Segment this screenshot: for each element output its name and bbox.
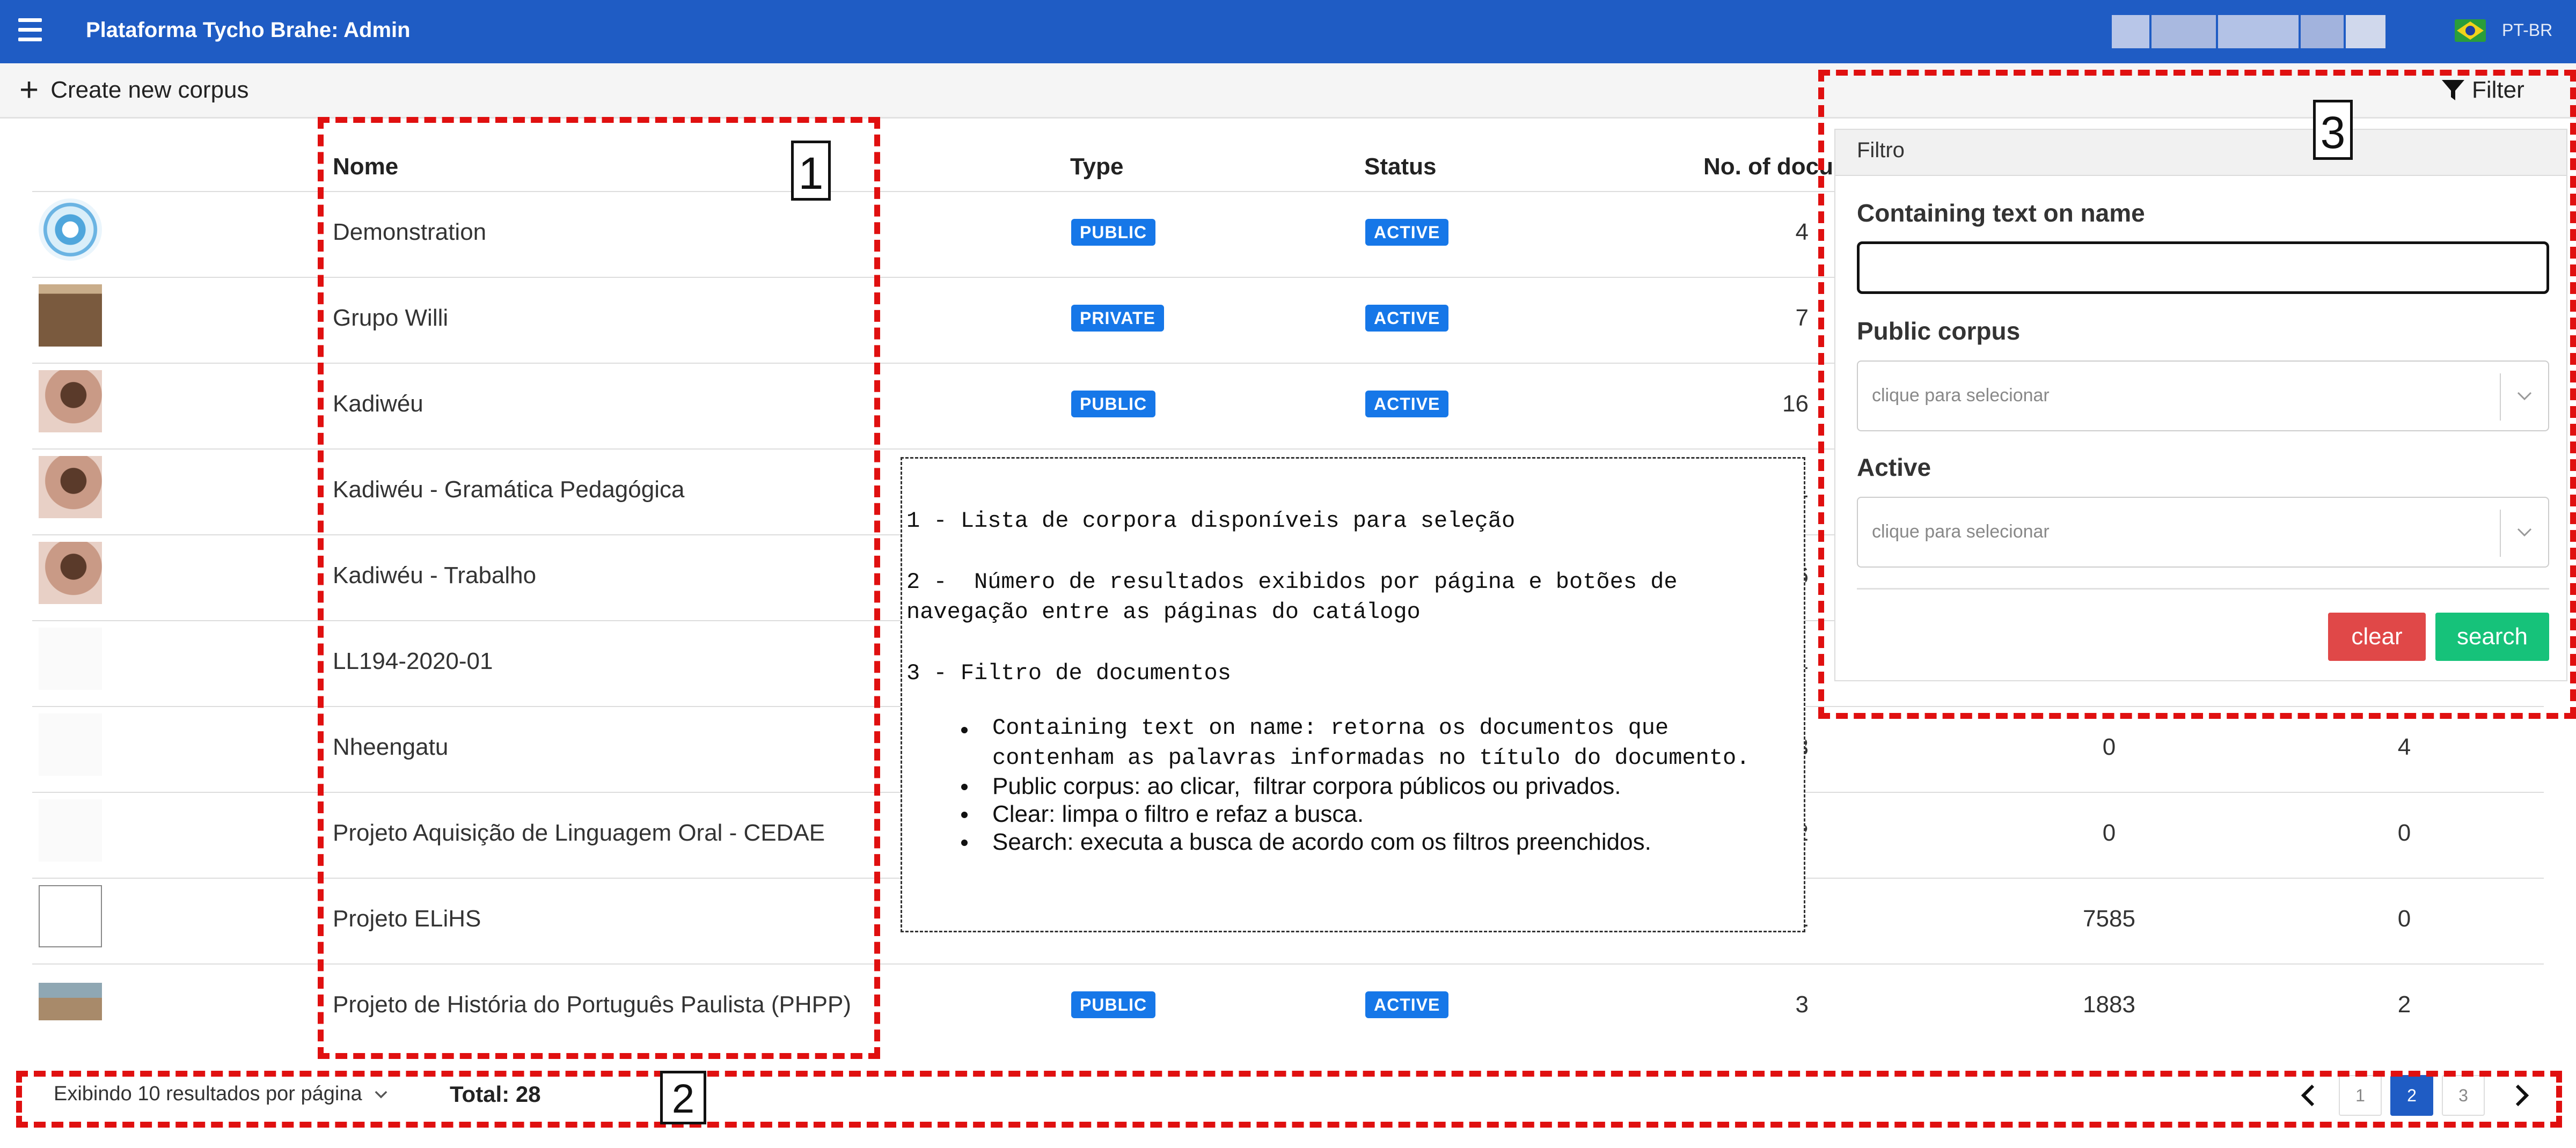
annotation-note: 1 - Lista de corpora disponíveis para se… bbox=[901, 457, 1805, 932]
type-badge: PUBLIC bbox=[1071, 391, 1156, 417]
column-6-value: 4 bbox=[2397, 734, 2411, 760]
column-5-value: 0 bbox=[2102, 734, 2116, 760]
bullet-icon bbox=[961, 840, 974, 846]
placeholder-image bbox=[39, 628, 102, 690]
bullet-icon bbox=[961, 812, 974, 818]
plus-icon: + bbox=[19, 71, 39, 108]
status-badge: ACTIVE bbox=[1365, 991, 1449, 1018]
logo-icon bbox=[39, 198, 102, 261]
documents-count: 4 bbox=[1795, 219, 1809, 245]
status-badge: ACTIVE bbox=[1365, 391, 1449, 417]
create-corpus-label: Create new corpus bbox=[50, 77, 249, 103]
column-6-value: 2 bbox=[2397, 991, 2411, 1018]
note-bullet-2: Public corpus: ao clicar, filtrar corpor… bbox=[992, 773, 1621, 799]
column-6-value: 0 bbox=[2397, 820, 2411, 846]
column-6-value: 0 bbox=[2397, 906, 2411, 932]
placeholder-image bbox=[39, 799, 102, 862]
annotation-label-2: 2 bbox=[660, 1071, 706, 1124]
user-avatar-blurred[interactable] bbox=[2112, 11, 2385, 53]
column-header-status[interactable]: Status bbox=[1364, 153, 1436, 180]
note-line-2b: navegação entre as páginas do catálogo bbox=[906, 599, 1421, 625]
note-line-3: 3 - Filtro de documentos bbox=[906, 660, 1231, 686]
column-5-value: 0 bbox=[2102, 820, 2116, 846]
type-badge: PUBLIC bbox=[1071, 991, 1156, 1018]
note-line-2a: 2 - Número de resultados exibidos por pá… bbox=[906, 569, 1678, 595]
column-5-value: 7585 bbox=[2083, 906, 2135, 932]
note-bullet-3: Clear: limpa o filtro e refaz a busca. bbox=[992, 801, 1364, 827]
landscape-photo bbox=[39, 983, 102, 1020]
annotation-label-3: 3 bbox=[2313, 100, 2353, 160]
language-label[interactable]: PT-BR bbox=[2502, 20, 2552, 40]
menu-icon[interactable] bbox=[18, 18, 44, 42]
portrait-photo bbox=[39, 542, 102, 604]
type-badge: PUBLIC bbox=[1071, 219, 1156, 246]
column-header-documents[interactable]: No. of docu bbox=[1703, 153, 1833, 180]
annotation-box-1 bbox=[318, 117, 880, 1059]
bullet-icon bbox=[961, 784, 974, 790]
note-line-1: 1 - Lista de corpora disponíveis para se… bbox=[906, 508, 1516, 534]
portrait-photo bbox=[39, 456, 102, 518]
building-photo bbox=[39, 284, 102, 347]
annotation-box-3 bbox=[1818, 70, 2576, 719]
documents-count: 3 bbox=[1795, 991, 1809, 1018]
column-5-value: 1883 bbox=[2083, 991, 2135, 1018]
note-bullet-1a: Containing text on name: retorna os docu… bbox=[992, 715, 1669, 741]
bullet-icon bbox=[961, 727, 974, 733]
note-bullet-1b: contenham as palavras informadas no títu… bbox=[992, 745, 1750, 771]
status-badge: ACTIVE bbox=[1365, 305, 1449, 332]
documents-count: 7 bbox=[1795, 305, 1809, 331]
annotation-box-2 bbox=[16, 1071, 2562, 1128]
app-title: Plataforma Tycho Brahe: Admin bbox=[86, 18, 411, 42]
placeholder-image bbox=[39, 713, 102, 776]
status-badge: ACTIVE bbox=[1365, 219, 1449, 246]
broken-image bbox=[39, 885, 102, 947]
type-badge: PRIVATE bbox=[1071, 305, 1164, 332]
annotation-label-1: 1 bbox=[791, 141, 831, 201]
documents-count: 16 bbox=[1782, 391, 1809, 417]
column-header-type[interactable]: Type bbox=[1070, 153, 1123, 180]
create-corpus-button[interactable]: + Create new corpus bbox=[19, 71, 249, 108]
note-bullet-4: Search: executa a busca de acordo com os… bbox=[992, 829, 1651, 855]
brazil-flag-icon[interactable] bbox=[2455, 19, 2486, 42]
portrait-photo bbox=[39, 370, 102, 432]
